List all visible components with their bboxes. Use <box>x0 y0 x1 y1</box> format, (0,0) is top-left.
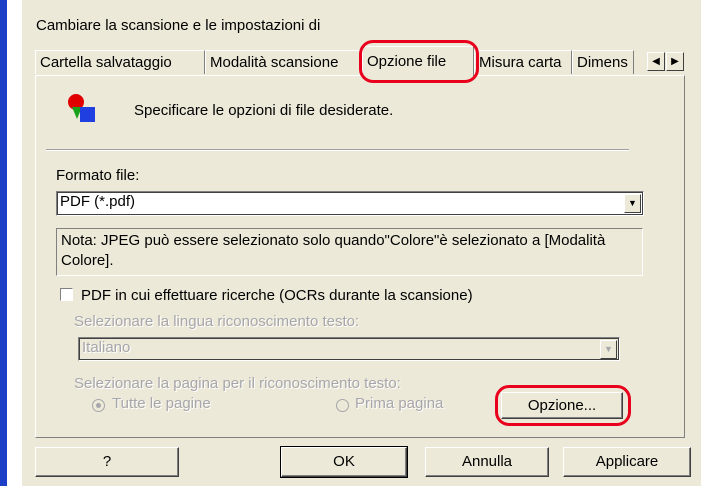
tab-opzione-file[interactable]: Opzione file <box>362 46 474 76</box>
tab-scroll-right-button[interactable]: ▶ <box>666 52 684 71</box>
format-label: Formato file: <box>56 167 140 184</box>
cancel-button[interactable]: Annulla <box>425 447 549 477</box>
language-select[interactable]: Italiano ▼ <box>78 337 620 361</box>
radio-first-page-label: Prima pagina <box>355 395 444 412</box>
tab-scroll-left-button[interactable]: ◀ <box>647 52 665 71</box>
pages-label: Selezionare la pagina per il riconoscime… <box>74 375 401 392</box>
tab-cartella-salvataggio[interactable]: Cartella salvataggio <box>35 50 205 74</box>
window-edge <box>0 0 7 486</box>
format-note: Nota: JPEG può essere selezionato solo q… <box>56 228 643 276</box>
help-button[interactable]: ? <box>35 447 179 477</box>
dropdown-arrow-icon[interactable]: ▼ <box>624 194 641 213</box>
file-options-icon <box>66 93 98 125</box>
format-select[interactable]: PDF (*.pdf) ▼ <box>56 191 644 216</box>
format-value: PDF (*.pdf) <box>60 193 136 210</box>
option-button[interactable]: Opzione... <box>501 392 623 419</box>
apply-button[interactable]: Applicare <box>563 447 691 477</box>
settings-dialog: Cambiare la scansione e le impostazioni … <box>22 0 701 486</box>
tab-misura-carta[interactable]: Misura carta <box>474 50 572 74</box>
arrow-left-icon: ◀ <box>652 56 660 67</box>
dialog-title: Cambiare la scansione e le impostazioni … <box>36 17 321 34</box>
radio-all-pages[interactable] <box>92 399 105 412</box>
tab-modalita-scansione[interactable]: Modalità scansione <box>205 50 362 74</box>
searchable-pdf-checkbox[interactable] <box>60 288 73 301</box>
header-separator <box>46 149 629 151</box>
language-label: Selezionare la lingua riconoscimento tes… <box>74 313 360 330</box>
searchable-pdf-label: PDF in cui effettuare ricerche (OCRs dur… <box>81 287 473 304</box>
dropdown-arrow-icon[interactable]: ▼ <box>600 340 617 359</box>
language-value: Italiano <box>82 339 131 356</box>
arrow-right-icon: ▶ <box>671 56 679 67</box>
header-text: Specificare le opzioni di file desiderat… <box>134 102 394 119</box>
tab-dimens[interactable]: Dimens <box>572 50 634 74</box>
radio-first-page[interactable] <box>336 399 349 412</box>
ok-button[interactable]: OK <box>280 446 408 478</box>
radio-all-pages-label: Tutte le pagine <box>112 395 211 412</box>
